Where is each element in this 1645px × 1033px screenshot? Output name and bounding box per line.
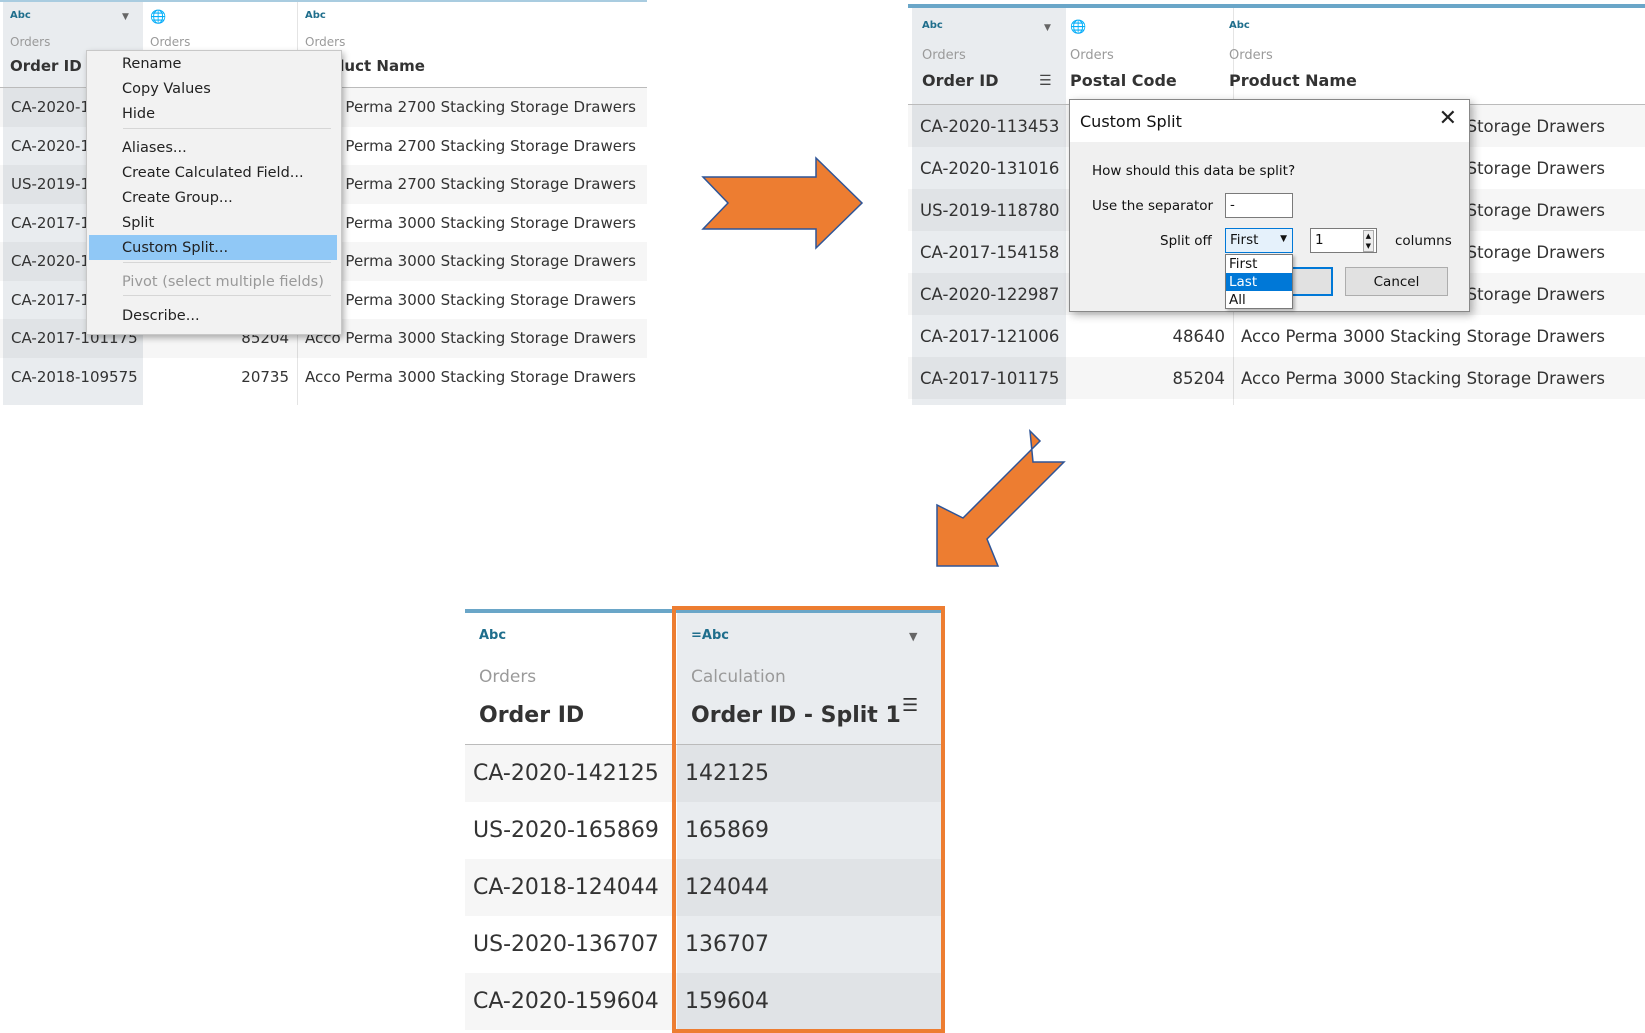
split-question: How should this data be split? [1092,163,1296,179]
table-cell: Acco Perma 3000 Stacking Storage Drawers [1241,368,1606,388]
table-cell: CA-2020-159604 [473,989,659,1014]
spinner-arrows-icon[interactable]: ▲ ▼ [1362,230,1374,252]
table-cell: CA-2020-122987 [920,284,1060,304]
menu-item-create-group[interactable]: Create Group... [89,185,337,210]
separator-label: Use the separator [1092,198,1214,214]
globe-icon: 🌐 [150,10,167,25]
table-cell: Acco Perma 3000 Stacking Storage Drawers [1241,326,1606,346]
column-header[interactable]: Product Name [1229,71,1357,90]
column-source: Orders [150,35,191,49]
table-row[interactable]: CA-2017-101175 85204 Acco Perma 3000 Stack… [908,357,1645,399]
menu-divider [123,295,331,296]
arrow-down-left-icon [936,428,1066,567]
table-cell: Acco Perma 3000 Stacking Storage Drawers [305,329,636,348]
menu-divider [123,128,331,129]
chevron-down-icon: ▼ [1280,234,1287,244]
split-off-options-list: First Last All [1225,254,1293,309]
menu-item-rename[interactable]: Rename [89,51,337,76]
sort-icon[interactable]: ☰ [1039,73,1052,89]
arrow-right-icon [701,156,864,250]
column-source: Orders [10,35,51,49]
dropdown-arrow-icon[interactable]: ▼ [1044,23,1051,33]
menu-item-custom-split[interactable]: Custom Split... [89,235,337,260]
dropdown-option[interactable]: First [1226,255,1292,273]
data-type-icon: Abc [10,10,31,21]
table-cell: CA-2017-101175 [920,368,1060,388]
dropdown-option[interactable]: All [1226,291,1292,309]
columns-spinner[interactable]: 1 ▲ ▼ [1310,228,1377,253]
table-cell: Acco Perma 3000 Stacking Storage Drawers [305,290,636,309]
dropdown-option[interactable]: Last [1226,273,1292,291]
column-header[interactable]: Order ID [922,71,999,90]
column-header[interactable]: Order ID [479,703,584,728]
table-cell: US-2020-165869 [473,818,659,843]
highlight-box [672,606,945,1033]
table-cell: CA-2020-142125 [473,761,659,786]
data-type-icon: Abc [922,20,943,31]
menu-item-split[interactable]: Split [89,210,337,235]
column-source: Orders [479,667,537,687]
table-cell: Acco Perma 2700 Stacking Storage Drawers [305,98,636,117]
menu-item-create-calculated-field[interactable]: Create Calculated Field... [89,160,337,185]
column-source: Orders [305,35,346,49]
table-cell: CA-2018-109575 [11,367,138,386]
menu-item-aliases[interactable]: Aliases... [89,135,337,160]
table-cell: 85204 [1172,368,1226,388]
data-type-icon: Abc [305,10,326,21]
table-cell: Acco Perma 2700 Stacking Storage Drawers [305,175,636,194]
menu-divider [123,262,331,263]
dropdown-arrow-icon[interactable]: ▼ [122,12,129,22]
table-cell: 48640 [1172,326,1226,346]
menu-item-pivot-select-multiple-fields: Pivot (select multiple fields) [122,273,324,290]
column-source: Orders [922,48,966,63]
table-cell: CA-2020-113453 [920,116,1060,136]
menu-item-hide[interactable]: Hide [89,101,337,126]
separator-input[interactable]: - [1225,193,1293,218]
table-cell: CA-2018-124044 [473,875,659,900]
column-source: Orders [1070,48,1114,63]
table-cell: Acco Perma 3000 Stacking Storage Drawers [305,367,636,386]
data-type-icon: Abc [479,628,507,643]
split-off-select[interactable]: First ▼ [1225,228,1293,253]
close-icon[interactable]: ✕ [1439,106,1457,131]
table-cell: US-2019-118780 [920,200,1060,220]
context-menu: Rename Copy Values Hide Aliases... Create Ca… [86,50,342,335]
table-cell: US-2020-136707 [473,932,659,957]
globe-icon: 🌐 [1070,20,1087,35]
columns-label: columns [1395,233,1452,249]
table-cell: CA-2017-121006 [920,326,1060,346]
menu-item-describe[interactable]: Describe... [89,303,337,328]
table-cell: CA-2020-131016 [920,158,1060,178]
custom-split-dialog: Custom Split ✕ How should this data be s… [1069,99,1470,312]
dialog-title: Custom Split [1070,100,1469,142]
menu-item-copy-values[interactable]: Copy Values [89,76,337,101]
table-row[interactable]: CA-2018-109575 20735 Acco Perma 3000 Stack… [0,358,647,397]
table-cell: Acco Perma 2700 Stacking Storage Drawers [305,136,636,155]
table-cell: Acco Perma 3000 Stacking Storage Drawers [305,213,636,232]
table-row[interactable]: CA-2017-121006 48640 Acco Perma 3000 Stack… [908,315,1645,357]
table-cell: CA-2017-154158 [920,242,1060,262]
data-type-icon: Abc [1229,20,1250,31]
column-source: Orders [1229,48,1273,63]
column-header[interactable]: Postal Code [1070,71,1177,90]
cancel-button[interactable]: Cancel [1345,267,1448,296]
column-header[interactable]: Order ID [10,57,82,75]
table-cell: 20735 [241,367,289,386]
table-cell: Acco Perma 3000 Stacking Storage Drawers [305,252,636,271]
split-off-label: Split off [1160,233,1212,249]
